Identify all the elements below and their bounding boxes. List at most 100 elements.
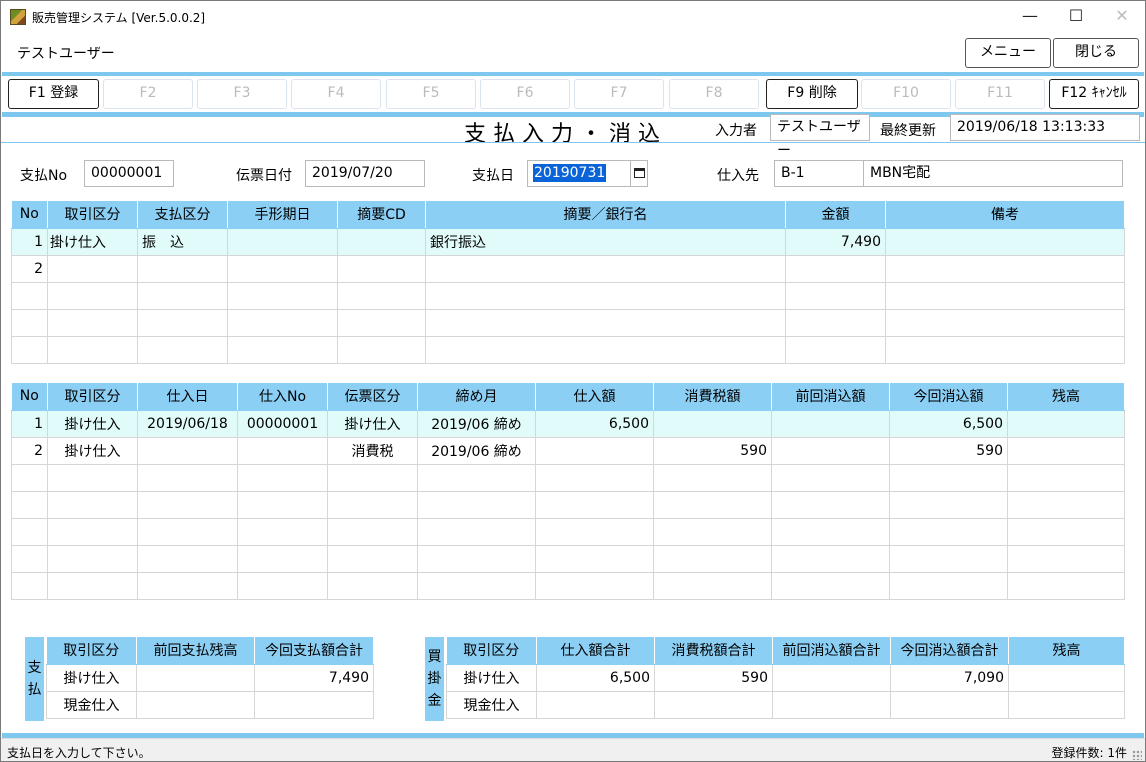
table-cell[interactable] — [47, 517, 138, 546]
table-row[interactable] — [11, 490, 1125, 519]
table-cell[interactable] — [653, 517, 772, 546]
table-cell[interactable] — [653, 571, 772, 600]
table-cell[interactable] — [1007, 490, 1125, 519]
column-header[interactable]: 取引区分 — [446, 637, 537, 665]
table-cell[interactable] — [47, 281, 138, 310]
table-cell[interactable] — [654, 690, 773, 719]
table-cell[interactable] — [1007, 517, 1125, 546]
table-cell[interactable] — [137, 517, 238, 546]
table-cell[interactable] — [227, 227, 338, 256]
table-cell[interactable]: 7,490 — [254, 663, 374, 692]
table-cell[interactable] — [237, 490, 328, 519]
table-cell[interactable] — [47, 308, 138, 337]
table-cell[interactable] — [237, 571, 328, 600]
table-cell[interactable] — [47, 335, 138, 364]
column-header[interactable]: 締め月 — [417, 383, 536, 411]
column-header[interactable]: No — [11, 383, 48, 411]
table-cell[interactable] — [327, 490, 418, 519]
table-cell[interactable] — [11, 463, 48, 492]
payment-no-field[interactable]: 00000001 — [84, 160, 174, 187]
table-cell[interactable] — [237, 463, 328, 492]
table-cell[interactable] — [47, 544, 138, 573]
table-cell[interactable]: 2 — [11, 254, 48, 283]
payment-date-input[interactable]: 20190731 — [527, 160, 631, 187]
table-cell[interactable] — [771, 517, 890, 546]
column-header[interactable]: 取引区分 — [46, 637, 137, 665]
close-icon[interactable]: ✕ — [1099, 1, 1145, 32]
table-cell[interactable] — [1008, 690, 1125, 719]
table-cell[interactable]: 7,490 — [785, 227, 886, 256]
table-cell[interactable]: 銀行振込 — [425, 227, 786, 256]
table-row[interactable]: 1 掛け仕入 2019/06/18 00000001 掛け仕入 2019/06 締め 6,5… — [11, 409, 1125, 438]
table-cell[interactable] — [417, 517, 536, 546]
column-header[interactable]: 消費税額合計 — [654, 637, 773, 665]
table-cell[interactable] — [772, 663, 891, 692]
table-cell[interactable] — [137, 490, 238, 519]
table-cell[interactable] — [11, 490, 48, 519]
table-cell[interactable] — [11, 308, 48, 337]
column-header[interactable]: 前回支払残高 — [136, 637, 255, 665]
table-row[interactable]: 掛け仕入 7,490 — [46, 663, 374, 692]
column-header[interactable]: 前回消込額合計 — [772, 637, 891, 665]
table-cell[interactable] — [535, 463, 654, 492]
table-cell[interactable]: 2019/06 締め — [417, 409, 536, 438]
table-cell[interactable] — [137, 281, 228, 310]
table-cell[interactable] — [227, 281, 338, 310]
table-cell[interactable] — [535, 517, 654, 546]
column-header[interactable]: 摘要CD — [337, 201, 426, 229]
maximize-icon[interactable]: ☐ — [1053, 1, 1099, 32]
table-cell[interactable] — [137, 254, 228, 283]
table-cell[interactable] — [785, 335, 886, 364]
column-header[interactable]: 伝票区分 — [327, 383, 418, 411]
table-cell[interactable] — [11, 281, 48, 310]
supplier-code-field[interactable]: B-1 — [774, 160, 864, 187]
column-header[interactable]: 残高 — [1008, 637, 1125, 665]
table-row[interactable] — [11, 281, 1125, 310]
function-key-f9[interactable]: F9 削除 — [766, 79, 858, 109]
table-cell[interactable] — [785, 254, 886, 283]
table-cell[interactable] — [1008, 663, 1125, 692]
table-cell[interactable]: 掛け仕入 — [47, 436, 138, 465]
table-cell[interactable] — [535, 571, 654, 600]
column-header[interactable]: 取引区分 — [47, 383, 138, 411]
table-cell[interactable] — [1007, 409, 1125, 438]
close-button[interactable]: 閉じる — [1053, 38, 1139, 68]
table-cell[interactable] — [771, 436, 890, 465]
table-cell[interactable] — [137, 335, 228, 364]
function-key-f4[interactable]: F4 — [291, 79, 381, 109]
table-cell[interactable] — [227, 254, 338, 283]
table-cell[interactable] — [890, 690, 1009, 719]
table-cell[interactable] — [425, 281, 786, 310]
table-cell[interactable] — [889, 544, 1008, 573]
resize-grip-icon[interactable] — [1132, 750, 1142, 760]
table-cell[interactable]: 2019/06 締め — [417, 436, 536, 465]
function-key-f5[interactable]: F5 — [386, 79, 476, 109]
table-row[interactable] — [11, 335, 1125, 364]
table-row[interactable] — [11, 517, 1125, 546]
table-cell[interactable] — [237, 436, 328, 465]
table-row[interactable]: 2 掛け仕入 消費税 2019/06 締め 590 590 — [11, 436, 1125, 465]
table-cell[interactable] — [535, 544, 654, 573]
table-cell[interactable] — [425, 335, 786, 364]
table-cell[interactable]: 現金仕入 — [446, 690, 537, 719]
table-cell[interactable] — [337, 335, 426, 364]
column-header[interactable]: 残高 — [1007, 383, 1125, 411]
table-cell[interactable] — [136, 663, 255, 692]
table-cell[interactable] — [337, 227, 426, 256]
table-cell[interactable] — [327, 571, 418, 600]
table-cell[interactable] — [785, 308, 886, 337]
table-cell[interactable] — [337, 281, 426, 310]
table-cell[interactable] — [425, 254, 786, 283]
table-row[interactable]: 掛け仕入 6,500 590 7,090 — [446, 663, 1125, 692]
column-header[interactable]: 手形期日 — [227, 201, 338, 229]
table-cell[interactable] — [47, 254, 138, 283]
table-cell[interactable]: 2 — [11, 436, 48, 465]
column-header[interactable]: 取引区分 — [47, 201, 138, 229]
table-cell[interactable] — [137, 308, 228, 337]
table-cell[interactable] — [771, 409, 890, 438]
slip-date-field[interactable]: 2019/07/20 — [305, 160, 425, 187]
table-cell[interactable] — [1007, 544, 1125, 573]
table-cell[interactable] — [47, 463, 138, 492]
table-cell[interactable] — [889, 463, 1008, 492]
table-cell[interactable]: 1 — [11, 227, 48, 256]
